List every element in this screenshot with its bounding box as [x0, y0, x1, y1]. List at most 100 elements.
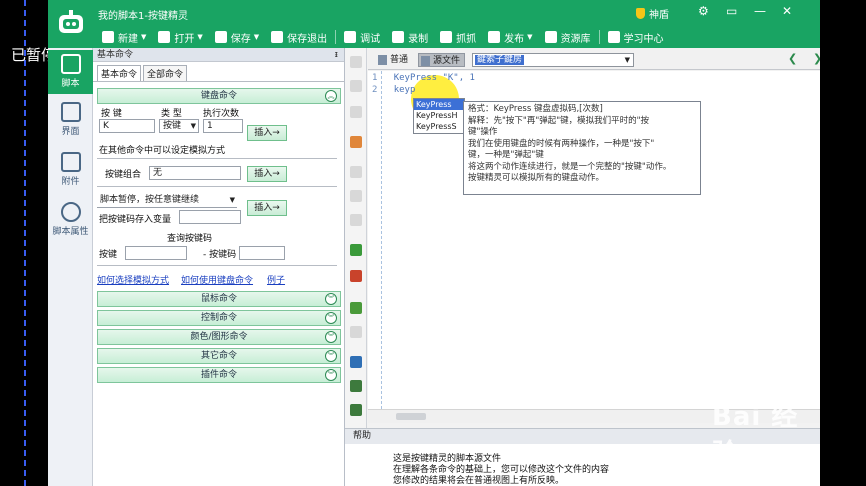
- dropdown-arrow-icon: ▼: [229, 196, 235, 204]
- nav-script[interactable]: 脚本: [48, 50, 93, 94]
- link-example[interactable]: 例子: [267, 273, 285, 286]
- toolbar-button-3[interactable]: 保存退出: [265, 30, 333, 45]
- mode-normal-button[interactable]: 普通: [376, 53, 412, 67]
- redo-icon[interactable]: [350, 326, 362, 338]
- copy-icon[interactable]: [350, 190, 362, 202]
- toolbar-button-0[interactable]: 新建 ▼: [96, 30, 152, 45]
- paste-icon[interactable]: [350, 214, 362, 226]
- nav-interface[interactable]: 界面: [48, 102, 93, 142]
- watermark-url: jingyan.baidu.com: [738, 445, 820, 456]
- scroll-thumb[interactable]: [396, 413, 426, 420]
- tab-all-commands[interactable]: 全部命令: [143, 65, 188, 81]
- query-title: 查询按键码: [167, 234, 213, 244]
- info-icon: [60, 202, 81, 222]
- code-editor[interactable]: 1 KeyPress "K", 1 2 keyp KeyPress KeyPre…: [368, 71, 820, 409]
- toolbar-button-label: 新建: [118, 33, 138, 45]
- source-file-icon: [421, 56, 430, 66]
- toolbar-button-5[interactable]: 录制: [386, 30, 434, 45]
- command-section-label: 鼠标命令: [200, 294, 237, 304]
- panel-header: 基本命令 ᵻ: [93, 48, 344, 62]
- toolbar-button-4[interactable]: 调试: [338, 30, 386, 45]
- insert-combo-button[interactable]: 插入→: [247, 166, 287, 182]
- dropdown-arrow-icon: ▼: [624, 56, 630, 64]
- autocomplete-item[interactable]: KeyPressS: [414, 121, 464, 132]
- left-nav: 脚本 界面 附件 脚本属性: [48, 48, 93, 486]
- normal-view-icon: [378, 55, 387, 65]
- query-key-label: 按键: [99, 250, 118, 260]
- toolbar-button-7[interactable]: 发布 ▼: [482, 30, 538, 45]
- undo-icon[interactable]: [350, 302, 362, 314]
- code-line-1[interactable]: 1 KeyPress "K", 1: [372, 73, 475, 83]
- dropdown-arrow-icon: ▼: [190, 122, 196, 130]
- toolbar-button-8[interactable]: 资源库: [539, 30, 597, 45]
- cut-icon[interactable]: [350, 166, 362, 178]
- toolbar-button-6[interactable]: 抓抓: [434, 30, 482, 45]
- next-arrow-icon[interactable]: ❯: [813, 52, 820, 65]
- panel-title: 基本命令: [97, 50, 134, 60]
- toolbar-button-label: 保存退出: [287, 33, 328, 45]
- times-input[interactable]: 1: [203, 119, 243, 133]
- comment-icon[interactable]: [350, 244, 362, 256]
- arrow-up-icon[interactable]: [350, 80, 362, 92]
- toolbar-button-9[interactable]: 学习中心: [602, 30, 670, 45]
- publish-icon: [488, 31, 501, 43]
- toolbar-button-2[interactable]: 保存 ▼: [209, 30, 265, 45]
- minimize-button[interactable]: —: [754, 4, 766, 18]
- divider: [97, 186, 337, 187]
- chevron-down-icon: ▼: [197, 33, 203, 41]
- skin-button[interactable]: ▭: [726, 4, 737, 18]
- pin-icon[interactable]: ᵻ: [335, 48, 338, 62]
- settings-button[interactable]: ⚙: [698, 4, 709, 18]
- command-section-1[interactable]: 控制命令 ︾: [97, 310, 341, 326]
- command-section-3[interactable]: 其它命令 ︾: [97, 348, 341, 364]
- function-combo[interactable]: 鍵索子鍵房 ▼: [472, 53, 634, 67]
- code-line-2[interactable]: 2 keyp: [372, 85, 415, 95]
- prev-arrow-icon[interactable]: ❮: [788, 52, 797, 65]
- query-key-input[interactable]: [125, 246, 187, 260]
- find-icon[interactable]: [350, 380, 362, 392]
- insert-keypress-button[interactable]: 插入→: [247, 125, 287, 141]
- toolbar-button-label: 发布: [504, 33, 525, 45]
- command-section-2[interactable]: 颜色/图形命令 ︾: [97, 329, 341, 345]
- nav-attachment[interactable]: 附件: [48, 152, 93, 192]
- capture-icon: [440, 31, 453, 43]
- var-input[interactable]: [179, 210, 241, 224]
- insert-pause-button[interactable]: 插入→: [247, 200, 287, 216]
- autocomplete-item[interactable]: KeyPress: [414, 99, 464, 110]
- keyboard-section-header[interactable]: 键盘命令 ︽: [97, 88, 341, 104]
- mode-normal-label: 普通: [390, 55, 409, 65]
- autocomplete-item[interactable]: KeyPressH: [414, 110, 464, 121]
- chevron-down-icon: ︾: [325, 369, 337, 381]
- uncomment-icon[interactable]: [350, 270, 362, 282]
- close-button[interactable]: ✕: [782, 4, 792, 18]
- shield-badge[interactable]: 神盾: [636, 6, 669, 21]
- key-input[interactable]: K: [99, 119, 155, 133]
- move-up-icon[interactable]: [350, 56, 362, 68]
- link-keyboard-usage[interactable]: 如何使用键盘命令: [181, 273, 253, 286]
- tab-basic-commands[interactable]: 基本命令: [97, 65, 142, 81]
- nav-properties-label: 脚本属性: [52, 227, 89, 237]
- main-toolbar: 新建 ▼ 打开 ▼ 保存 ▼ 保存退出 调试 录制 抓抓 发布 ▼ 资源库 学习中心: [96, 27, 670, 47]
- nav-properties[interactable]: 脚本属性: [48, 202, 93, 242]
- delete-icon[interactable]: [350, 106, 362, 118]
- code-text: keyp: [393, 85, 416, 95]
- pause-select[interactable]: 脚本暂停，按任意键继续 ▼: [97, 194, 237, 208]
- divider: [97, 158, 337, 159]
- link-simulation-mode[interactable]: 如何选择模拟方式: [97, 273, 169, 286]
- command-section-0[interactable]: 鼠标命令 ︾: [97, 291, 341, 307]
- replace-icon[interactable]: [350, 404, 362, 416]
- combo-input[interactable]: 无: [149, 166, 241, 180]
- query-code-input[interactable]: [239, 246, 285, 260]
- badge-label: 神盾: [649, 10, 669, 21]
- panel-tabs: 基本命令 全部命令: [93, 62, 344, 82]
- toolbar-button-1[interactable]: 打开 ▼: [152, 30, 208, 45]
- toolbar-separator: [598, 30, 600, 44]
- goto-icon[interactable]: [350, 356, 362, 368]
- mode-source-button[interactable]: 源文件: [418, 53, 466, 67]
- command-panel: 基本命令 ᵻ 基本命令 全部命令 键盘命令 ︽ 按 键 类 型 执行次数 K 按键 ▼…: [93, 48, 345, 486]
- type-select[interactable]: 按键 ▼: [159, 119, 199, 133]
- toolbar-button-label: 打开: [174, 33, 195, 45]
- mode-source-label: 源文件: [433, 56, 461, 66]
- hand-icon[interactable]: [350, 136, 362, 148]
- command-section-4[interactable]: 插件命令 ︾: [97, 367, 341, 383]
